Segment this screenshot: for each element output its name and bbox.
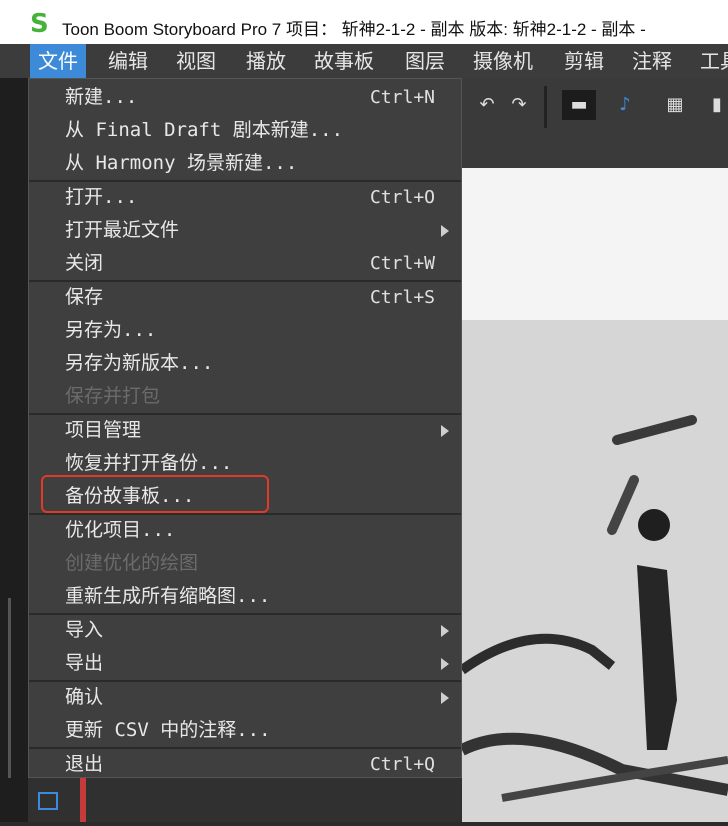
menu-item-label: 导入 <box>65 619 104 641</box>
stage-header <box>462 134 728 168</box>
redo-icon[interactable]: ↷ <box>502 90 536 120</box>
menu-item-label: 重新生成所有缩略图... <box>65 585 271 607</box>
menu-item-label: 退出 <box>65 753 104 775</box>
submenu-arrow-icon <box>441 692 449 704</box>
menu-1[interactable]: 编辑 <box>100 44 156 78</box>
file-menu-item: 保存并打包 <box>29 380 461 413</box>
menu-5[interactable]: 图层 <box>397 44 453 78</box>
file-menu-item[interactable]: 关闭 Ctrl+W <box>29 247 461 280</box>
window-title: Toon Boom Storyboard Pro 7 项目： 斩神2-1-2 -… <box>62 20 646 39</box>
menu-item-label: 项目管理 <box>65 419 142 441</box>
menu-item-label: 创建优化的绘图 <box>65 552 199 574</box>
menu-item-label: 打开最近文件 <box>65 219 180 241</box>
menu-item-shortcut: Ctrl+S <box>369 287 435 308</box>
file-menu-item[interactable]: 确认 <box>29 681 461 714</box>
file-menu-item[interactable]: 重新生成所有缩略图... <box>29 580 461 613</box>
file-menu-item: 创建优化的绘图 <box>29 547 461 580</box>
file-menu-dropdown: 新建... Ctrl+N 从 Final Draft 剧本新建... 从 Harmon… <box>28 78 462 778</box>
submenu-arrow-icon <box>441 658 449 670</box>
toolbar: ↶ ↷ ▬ ♪ ▦ ▮ <box>462 78 728 134</box>
menu-item-label: 优化项目... <box>65 519 176 541</box>
menu-item-label: 另存为... <box>65 319 157 341</box>
menu-item-label: 另存为新版本... <box>65 352 214 374</box>
menu-item-label: 更新 CSV 中的注释... <box>65 719 271 741</box>
storyboard-sketch <box>459 320 728 822</box>
menu-2[interactable]: 视图 <box>168 44 224 78</box>
submenu-arrow-icon <box>441 625 449 637</box>
grid-icon[interactable]: ▦ <box>658 90 692 120</box>
menu-item-label: 保存 <box>65 286 104 308</box>
annotation-highlight-box <box>41 475 269 513</box>
menu-item-label: 新建... <box>65 86 138 108</box>
menu-item-label: 导出 <box>65 652 104 674</box>
submenu-arrow-icon <box>441 425 449 437</box>
menu-item-shortcut: Ctrl+N <box>369 87 435 108</box>
file-menu-item[interactable]: 退出 Ctrl+Q <box>29 748 461 781</box>
panel-icon[interactable]: ▮ <box>700 90 728 120</box>
menu-bar: 文件编辑视图播放故事板图层摄像机剪辑注释工具 <box>0 44 728 78</box>
file-menu-item[interactable]: 新建... Ctrl+N <box>29 81 461 114</box>
stage-view[interactable] <box>459 168 728 822</box>
file-menu-item[interactable]: 更新 CSV 中的注释... <box>29 714 461 747</box>
menu-7[interactable]: 剪辑 <box>556 44 612 78</box>
menu-item-label: 确认 <box>65 686 104 708</box>
file-menu-item[interactable]: 从 Final Draft 剧本新建... <box>29 114 461 147</box>
title-bar: S Toon Boom Storyboard Pro 7 项目： 斩神2-1-2… <box>0 0 728 44</box>
menu-item-shortcut: Ctrl+O <box>369 187 435 208</box>
storyboard-pro-logo-icon: S <box>30 9 49 39</box>
file-menu-item[interactable]: 从 Harmony 场景新建... <box>29 147 461 180</box>
left-panel-strip <box>0 78 28 822</box>
submenu-arrow-icon <box>441 225 449 237</box>
menu-3[interactable]: 播放 <box>238 44 294 78</box>
menu-item-label: 从 Final Draft 剧本新建... <box>65 119 344 141</box>
undo-icon[interactable]: ↶ <box>470 90 504 120</box>
file-menu-item[interactable]: 打开... Ctrl+O <box>29 181 461 214</box>
layer-panel-strip <box>28 778 462 822</box>
file-menu-item[interactable]: 导入 <box>29 614 461 647</box>
music-staff-icon[interactable]: ♪ <box>608 90 642 120</box>
menu-item-label: 从 Harmony 场景新建... <box>65 152 298 174</box>
menu-item-shortcut: Ctrl+Q <box>369 754 435 775</box>
menu-6[interactable]: 摄像机 <box>465 44 541 78</box>
toolbar-separator <box>544 86 547 128</box>
file-menu-item[interactable]: 优化项目... <box>29 514 461 547</box>
menu-item-shortcut: Ctrl+W <box>369 253 435 274</box>
playhead-marker <box>80 778 86 822</box>
file-menu-item[interactable]: 另存为新版本... <box>29 347 461 380</box>
file-menu-item[interactable]: 导出 <box>29 647 461 680</box>
layer-panel-icon[interactable] <box>38 792 58 810</box>
file-menu-item[interactable]: 项目管理 <box>29 414 461 447</box>
strip-view-icon[interactable]: ▬ <box>562 90 596 120</box>
menu-item-label: 保存并打包 <box>65 385 161 407</box>
menu-8[interactable]: 注释 <box>624 44 680 78</box>
file-menu-item[interactable]: 另存为... <box>29 314 461 347</box>
menu-0[interactable]: 文件 <box>30 44 86 78</box>
file-menu-item[interactable]: 保存 Ctrl+S <box>29 281 461 314</box>
menu-9[interactable]: 工具 <box>692 44 728 78</box>
menu-item-label: 关闭 <box>65 252 104 274</box>
menu-4[interactable]: 故事板 <box>306 44 382 78</box>
menu-item-label: 打开... <box>65 186 138 208</box>
left-scrollbar[interactable] <box>8 598 11 778</box>
file-menu-item[interactable]: 打开最近文件 <box>29 214 461 247</box>
